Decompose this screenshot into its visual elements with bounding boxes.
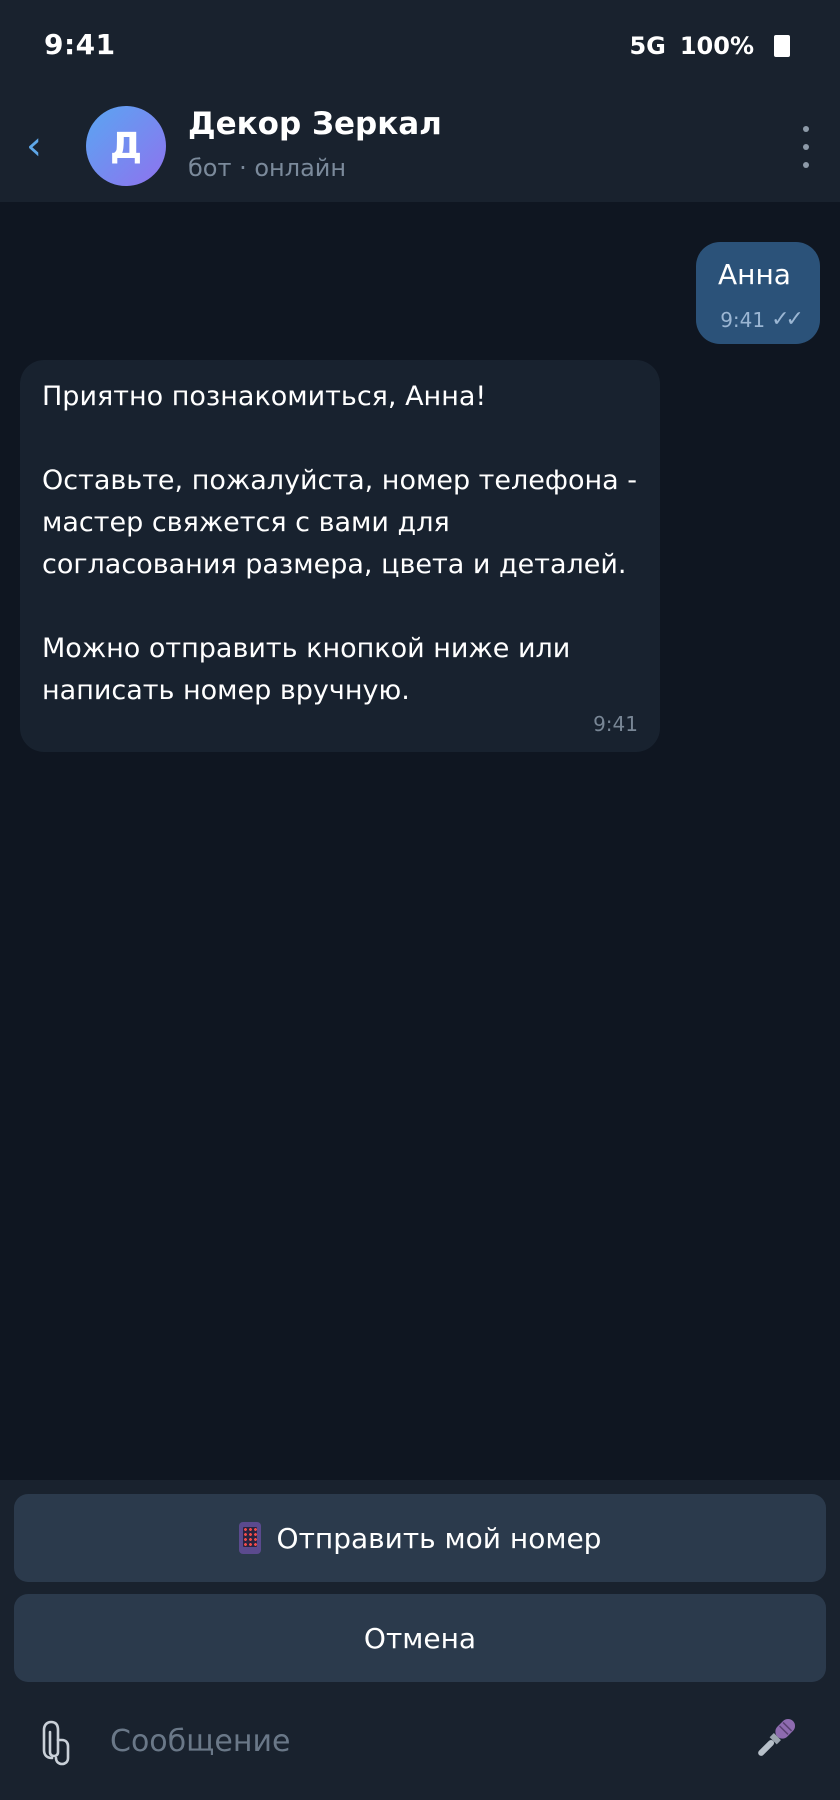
incoming-message-time: 9:41: [593, 712, 638, 736]
microphone-icon[interactable]: [750, 1712, 802, 1764]
avatar[interactable]: Д: [86, 106, 166, 186]
back-arrow-icon: ‹: [26, 123, 42, 169]
battery-label: 100%: [679, 32, 754, 60]
incoming-message-text: Приятно познакомиться, Анна! Оставьте, п…: [42, 381, 638, 706]
outgoing-message-time: 9:41: [720, 307, 766, 332]
cancel-button[interactable]: Отмена: [14, 1594, 826, 1682]
send-phone-button[interactable]: Отправить мой номер: [14, 1494, 826, 1582]
message-input-bar: [0, 1690, 840, 1800]
outgoing-message-meta: 9:41 ✓✓: [720, 307, 804, 332]
outgoing-message-text: Анна: [718, 258, 791, 291]
send-phone-label: Отправить мой номер: [276, 1521, 602, 1555]
message-input[interactable]: [110, 1710, 730, 1772]
mobile-phone-icon: [238, 1522, 261, 1554]
incoming-message[interactable]: Приятно познакомиться, Анна! Оставьте, п…: [20, 360, 660, 752]
status-indicators: 5G 100%: [629, 32, 790, 60]
chat-header: ‹ Д Декор Зеркал бот · онлайн: [0, 94, 840, 202]
status-bar: 9:41 5G 100%: [0, 0, 840, 94]
more-menu-button[interactable]: [794, 122, 818, 172]
paperclip-icon[interactable]: [38, 1718, 78, 1768]
network-label: 5G: [629, 32, 666, 60]
chat-screen: 9:41 5G 100% ‹ Д Декор Зеркал бот · онла…: [0, 0, 840, 1800]
outgoing-message[interactable]: Анна 9:41 ✓✓: [696, 242, 820, 344]
more-vert-icon: [803, 126, 809, 132]
double-check-icon: ✓✓: [771, 307, 804, 332]
avatar-letter: Д: [109, 125, 143, 167]
cancel-label: Отмена: [363, 1621, 477, 1655]
status-time: 9:41: [44, 28, 116, 61]
chat-subtitle: бот · онлайн: [188, 154, 347, 182]
chat-title[interactable]: Декор Зеркал: [188, 106, 442, 142]
back-button[interactable]: ‹: [14, 116, 54, 176]
battery-icon: [774, 35, 790, 57]
reply-keyboard: Отправить мой номер Отмена: [0, 1480, 840, 1690]
